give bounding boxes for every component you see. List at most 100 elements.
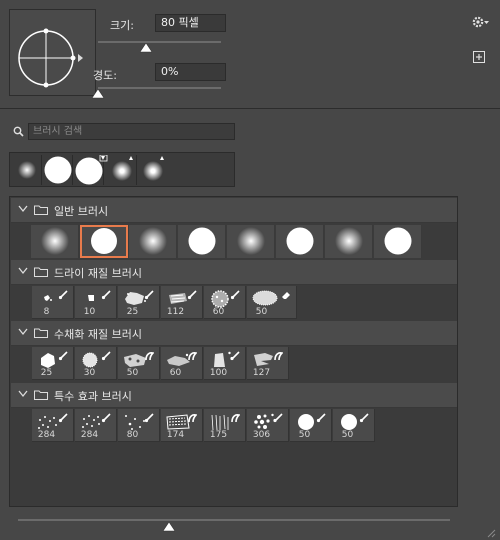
group-header-general[interactable]: 일반 브러시: [11, 198, 457, 223]
brush-preset[interactable]: 8: [32, 286, 74, 319]
search-icon: [13, 126, 24, 140]
size-slider-thumb[interactable]: [139, 42, 153, 56]
brush-tool-icon: [144, 290, 154, 300]
brush-tool-icon: [230, 290, 240, 300]
brush-preset[interactable]: 50: [118, 347, 160, 380]
brush-preset[interactable]: 112: [161, 286, 203, 319]
brush-preset[interactable]: [129, 225, 177, 258]
brush-preset[interactable]: [325, 225, 373, 258]
brush-size: 60: [212, 307, 225, 317]
group-name: 일반 브러시: [54, 205, 109, 218]
brush-preset[interactable]: [227, 225, 275, 258]
chevron-down-icon[interactable]: [18, 390, 28, 398]
brush-preset[interactable]: 127: [247, 347, 289, 380]
brush-tool-icon: [101, 351, 111, 361]
brush-preset[interactable]: 100: [204, 347, 246, 380]
brush-row-general: [11, 225, 457, 258]
eraser-tool-icon: [282, 292, 290, 299]
group-name: 드라이 재질 브러시: [54, 267, 142, 280]
hardness-slider-track[interactable]: [98, 87, 221, 89]
brush-preset[interactable]: 60: [204, 286, 246, 319]
brush-tool-icon: [58, 413, 68, 423]
size-slider-track[interactable]: [98, 41, 221, 43]
recent-brushes: [9, 152, 235, 187]
recent-brush[interactable]: [138, 155, 168, 185]
smudge-tool-icon: [274, 352, 283, 361]
preview-size-slider-track[interactable]: [18, 519, 450, 521]
brush-preset[interactable]: 50: [290, 409, 332, 442]
brush-tool-icon: [144, 413, 154, 423]
group-header-special-effects[interactable]: 특수 효과 브러시: [11, 383, 457, 408]
brush-preset[interactable]: [178, 225, 226, 258]
smudge-tool-icon: [145, 352, 154, 361]
brush-preset[interactable]: 174: [161, 409, 203, 442]
brush-preset[interactable]: 80: [118, 409, 160, 442]
folder-icon: [34, 205, 48, 215]
resize-grip-icon[interactable]: [486, 528, 496, 540]
chevron-down-icon[interactable]: [18, 267, 28, 275]
brush-size: 80: [126, 430, 139, 440]
brush-preset[interactable]: 60: [161, 347, 203, 380]
brush-preset[interactable]: 50: [247, 286, 297, 319]
recent-brush[interactable]: [43, 155, 73, 185]
hardness-slider-thumb[interactable]: [91, 88, 105, 102]
recent-brush[interactable]: [107, 155, 137, 185]
brush-tool-icon: [101, 290, 111, 300]
group-name: 특수 효과 브러시: [54, 390, 132, 403]
size-label: 크기:: [110, 19, 134, 32]
recent-brush[interactable]: [74, 154, 108, 185]
chevron-down-icon[interactable]: [18, 205, 28, 213]
brush-tool-icon: [58, 290, 68, 300]
brush-preset-list[interactable]: 일반 브러시 드라이 재질 브러시 8 10 25 112 60 50 수채화 …: [9, 196, 458, 507]
chevron-down-icon[interactable]: [18, 328, 28, 336]
folder-icon: [34, 267, 48, 277]
size-field[interactable]: 80 픽셀: [155, 14, 226, 32]
brush-size: 50: [126, 368, 139, 378]
brush-tool-icon: [187, 290, 197, 300]
hardness-field[interactable]: 0%: [155, 63, 226, 81]
brush-size: 284: [37, 430, 56, 440]
folder-icon: [34, 328, 48, 338]
brush-size: 25: [40, 368, 53, 378]
brush-preset[interactable]: 306: [247, 409, 289, 442]
brush-size: 30: [83, 368, 96, 378]
preview-size-slider-thumb[interactable]: [162, 521, 176, 535]
smudge-tool-icon: [188, 352, 197, 361]
brush-preset[interactable]: 30: [75, 347, 117, 380]
brush-preset[interactable]: 25: [118, 286, 160, 319]
smudge-tool-icon: [188, 414, 197, 423]
gear-icon[interactable]: [472, 15, 490, 32]
brush-size: 284: [80, 430, 99, 440]
new-preset-icon[interactable]: [473, 51, 485, 66]
brush-size: 174: [166, 430, 185, 440]
brush-preset[interactable]: 175: [204, 409, 246, 442]
divider: [0, 108, 500, 109]
brush-preset[interactable]: 284: [32, 409, 74, 442]
brush-preset[interactable]: 10: [75, 286, 117, 319]
folder-icon: [34, 390, 48, 400]
brush-row-special-effects: 284 284 80 174 175 306 50 50: [11, 409, 457, 442]
brush-size: 306: [252, 430, 271, 440]
brush-size: 175: [209, 430, 228, 440]
brush-preset[interactable]: 50: [333, 409, 375, 442]
mixer-brush-icon: [228, 351, 240, 361]
brush-preset[interactable]: 25: [32, 347, 74, 380]
search-input[interactable]: 브러시 검색: [28, 123, 235, 140]
brush-preset[interactable]: [374, 225, 422, 258]
brush-preset[interactable]: 284: [75, 409, 117, 442]
brush-tip-preview[interactable]: [9, 9, 96, 96]
brush-preset-selected[interactable]: [80, 225, 128, 258]
brush-preset[interactable]: [276, 225, 324, 258]
recent-brush[interactable]: [12, 155, 42, 185]
brush-size: 10: [83, 307, 96, 317]
brush-tool-icon: [101, 413, 111, 423]
group-header-dry[interactable]: 드라이 재질 브러시: [11, 260, 457, 285]
brush-size: 60: [169, 368, 182, 378]
smudge-tool-icon: [231, 414, 240, 423]
brush-tool-icon: [58, 351, 68, 361]
group-header-watercolor[interactable]: 수채화 재질 브러시: [11, 321, 457, 346]
mixer-brush-icon: [271, 413, 283, 423]
brush-row-dry: 8 10 25 112 60 50: [11, 286, 457, 319]
group-name: 수채화 재질 브러시: [54, 328, 142, 341]
brush-preset[interactable]: [31, 225, 79, 258]
